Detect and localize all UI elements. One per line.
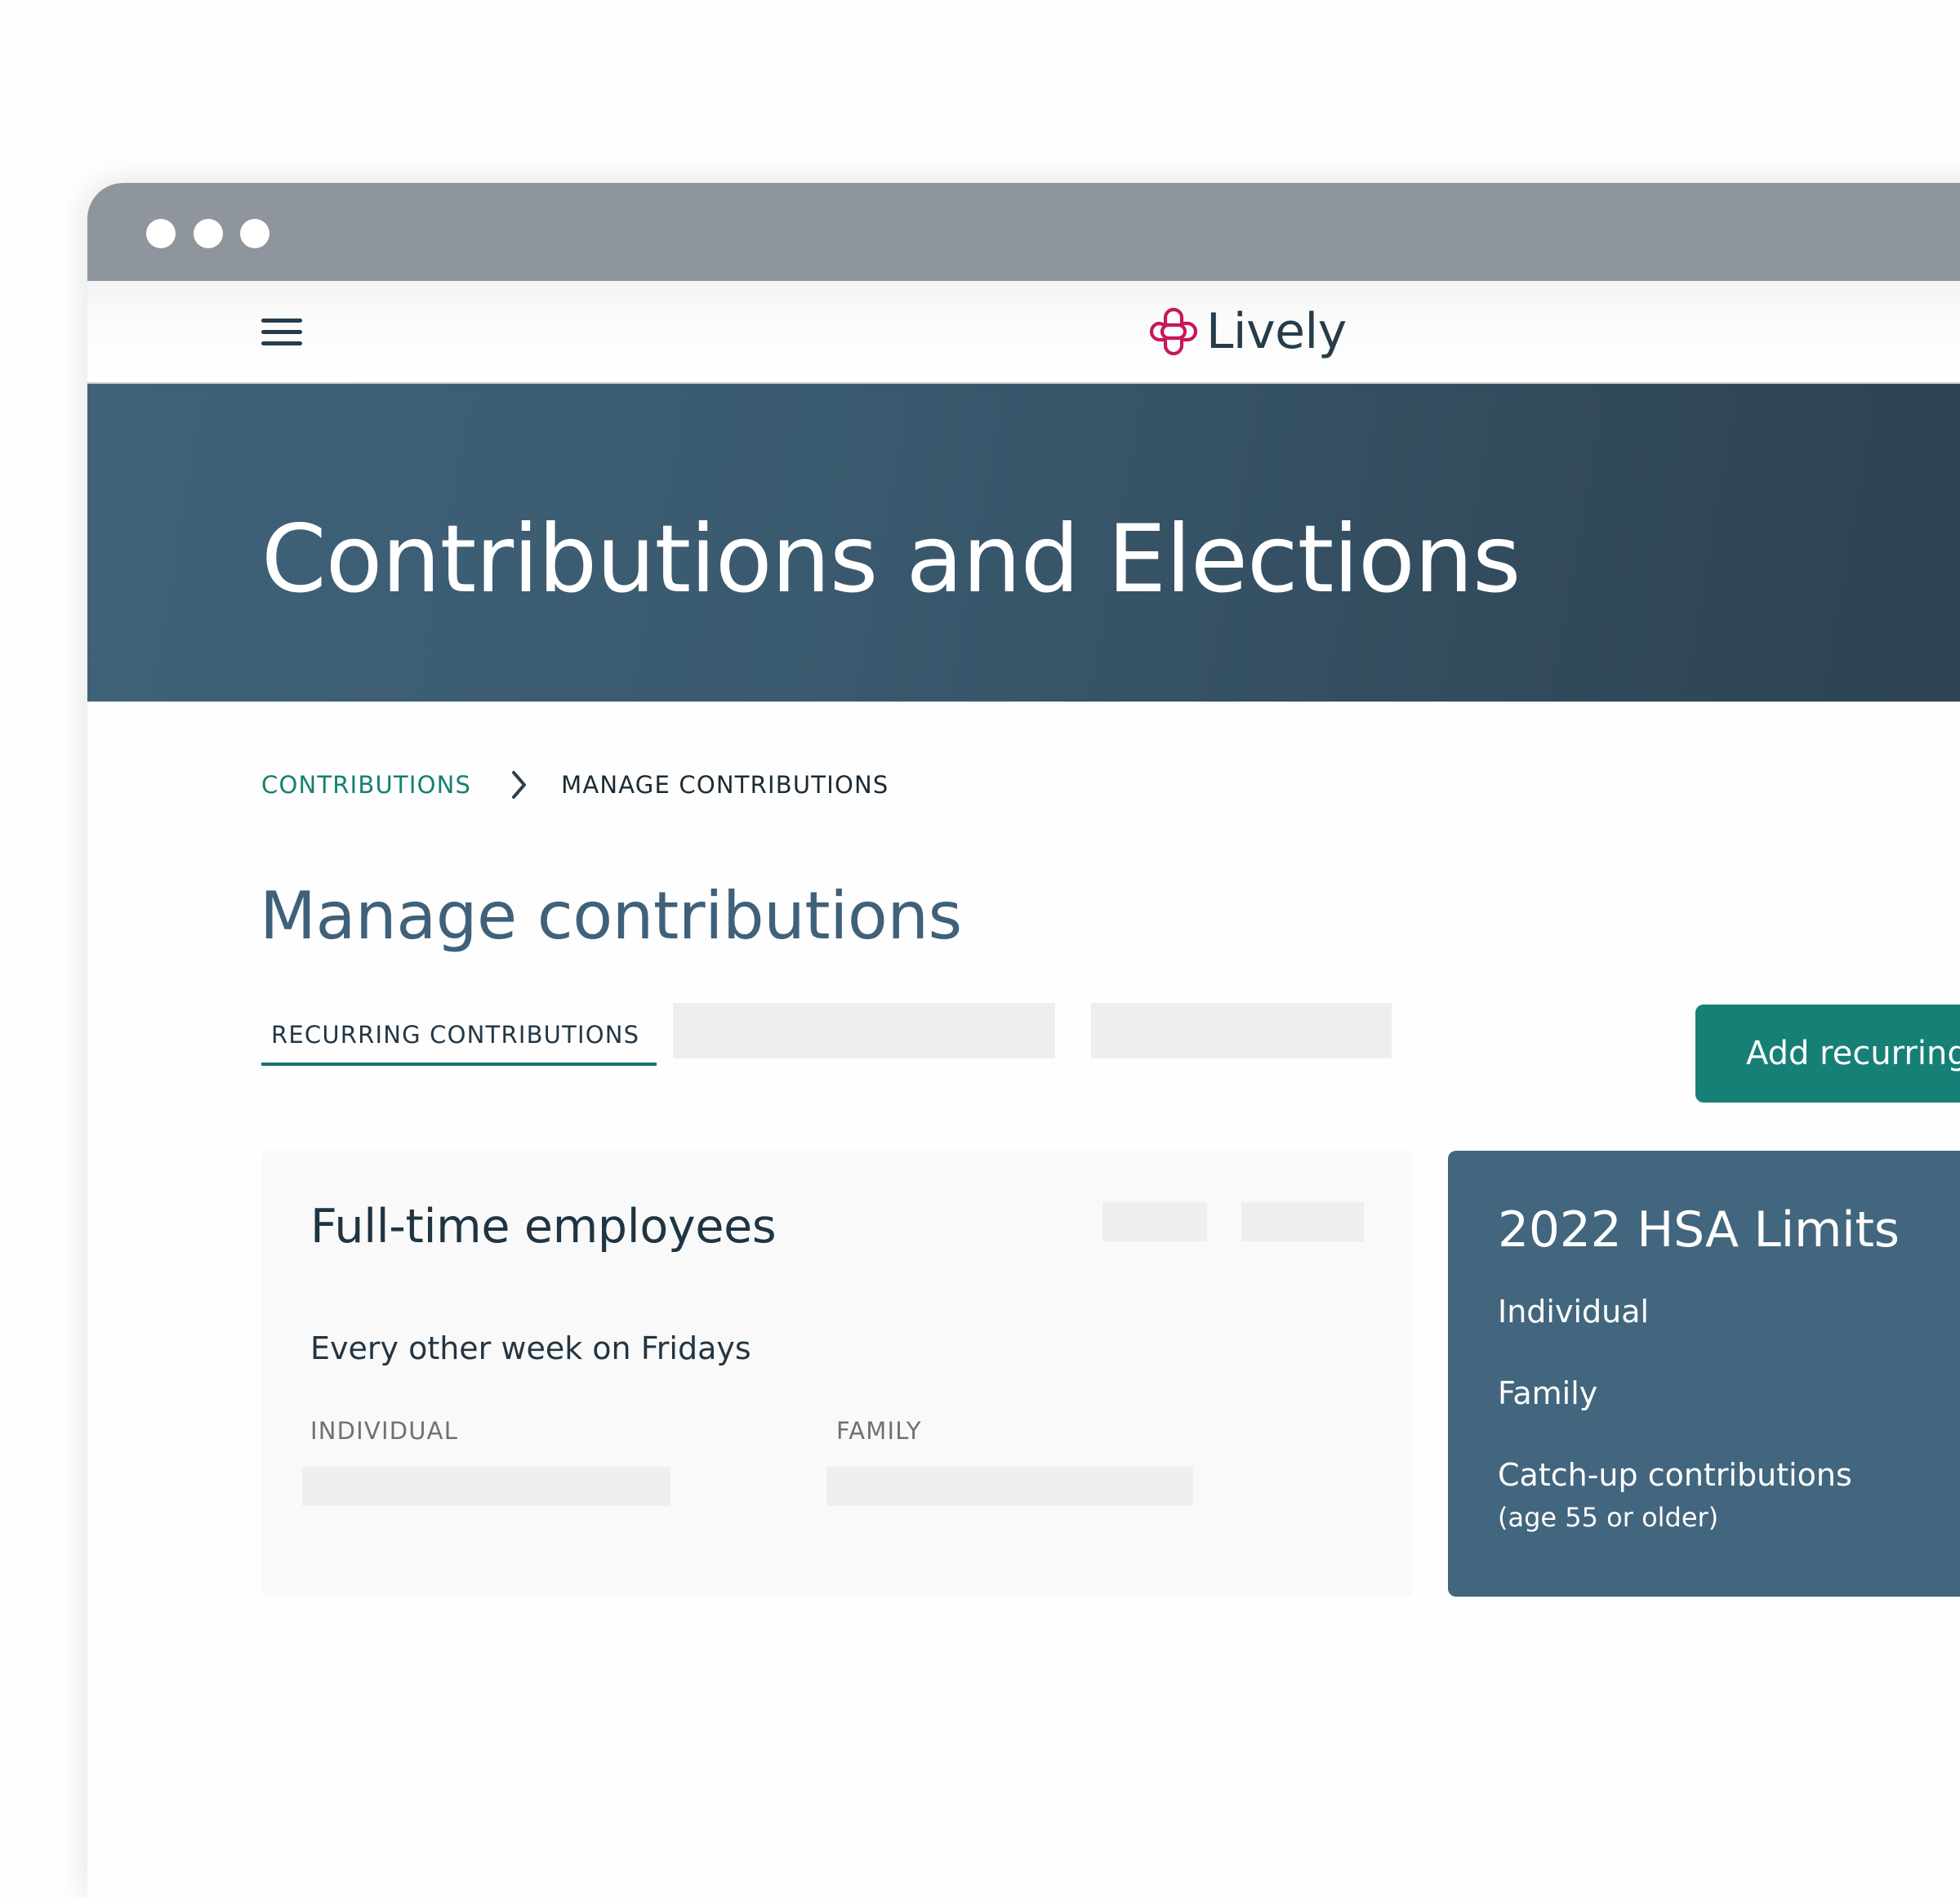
contribution-card-full-time: Full-time employees Every other week on … [261,1151,1413,1597]
top-navbar: Lively [87,281,1960,382]
hsa-limit-family: Family [1498,1375,1598,1411]
individual-amount-placeholder [302,1467,670,1506]
card-title: Full-time employees [310,1200,777,1254]
hsa-limit-catch-up: Catch-up contributions [1498,1457,1852,1493]
tab-placeholder[interactable] [673,1003,1055,1058]
family-column-label: FAMILY [836,1417,922,1445]
hsa-limits-card: 2022 HSA Limits Individual Family Catch-… [1448,1151,1960,1597]
window-control-dot[interactable] [146,219,176,248]
chevron-right-icon [512,771,527,799]
page-title: Manage contributions [260,878,962,954]
window-control-dot[interactable] [240,219,270,248]
card-action-placeholder[interactable] [1241,1202,1364,1241]
family-amount-placeholder [826,1467,1193,1506]
add-recurring-button[interactable]: Add recurring [1695,1005,1960,1103]
hsa-limit-individual: Individual [1498,1294,1650,1330]
hero-banner: Contributions and Elections [87,382,1960,702]
hsa-limit-catch-up-note: (age 55 or older) [1498,1502,1719,1533]
window-control-dot[interactable] [194,219,223,248]
tab-placeholder[interactable] [1091,1003,1392,1058]
tab-label: RECURRING CONTRIBUTIONS [271,1021,640,1049]
window-titlebar [87,183,1960,281]
contribution-schedule: Every other week on Fridays [310,1330,751,1366]
individual-column-label: INDIVIDUAL [310,1417,459,1445]
breadcrumb-contributions-link[interactable]: CONTRIBUTIONS [261,771,471,799]
brand-name: Lively [1206,303,1347,360]
brand-logo[interactable]: Lively [1147,302,1347,361]
breadcrumb-current-page: MANAGE CONTRIBUTIONS [561,771,889,799]
breadcrumb: CONTRIBUTIONS MANAGE CONTRIBUTIONS [261,767,889,803]
card-action-placeholder[interactable] [1102,1202,1207,1241]
lively-logo-icon [1149,307,1198,356]
hamburger-menu-icon[interactable] [261,315,302,346]
hero-title: Contributions and Elections [261,505,1521,613]
tab-recurring-contributions[interactable]: RECURRING CONTRIBUTIONS [261,1005,657,1066]
active-tab-indicator [261,1063,657,1066]
hsa-limits-title: 2022 HSA Limits [1498,1201,1900,1259]
